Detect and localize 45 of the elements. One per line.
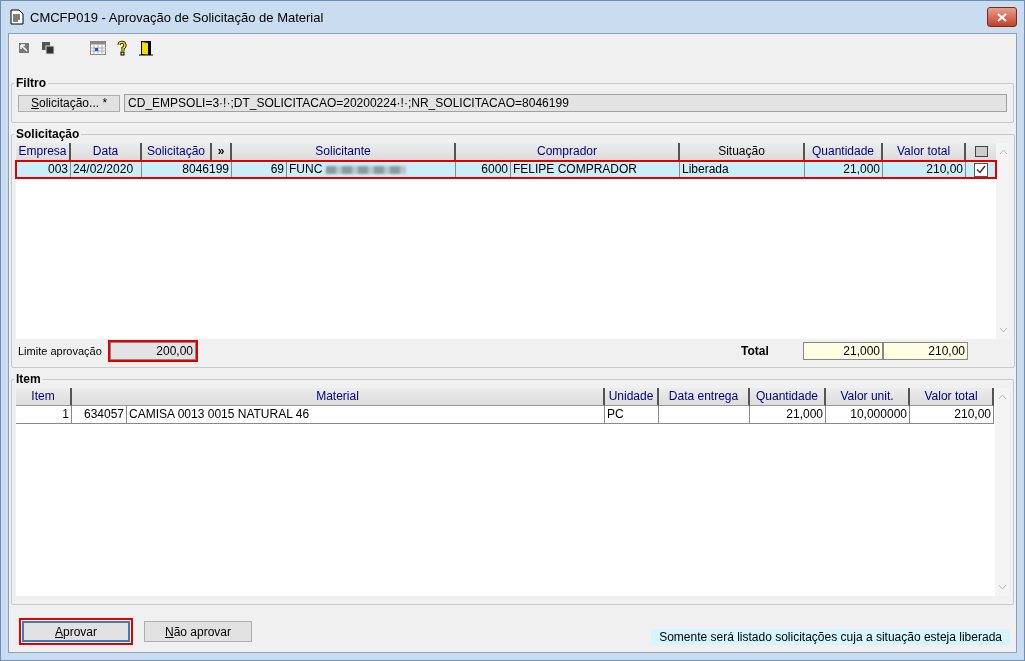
- column-header[interactable]: Solicitante: [232, 143, 456, 161]
- filter-field[interactable]: CD_EMPSOLI=3·!·;DT_SOLICITACAO=20200224·!·;NR_SOLICITACAO=8046199: [124, 94, 1007, 112]
- column-header[interactable]: Unidade: [605, 388, 659, 406]
- group-title: Solicitação: [15, 127, 81, 141]
- window-title: CMCFP019 - Aprovação de Solicitação de Material: [30, 9, 325, 25]
- column-header[interactable]: Data: [71, 143, 142, 161]
- total-label: Total: [741, 344, 770, 358]
- column-header[interactable]: Comprador: [456, 143, 680, 161]
- column-header[interactable]: Empresa: [16, 143, 71, 161]
- info-note: Somente será listado solicitações cuja a situação esteja liberada: [651, 629, 1010, 645]
- table-cell: 1: [16, 406, 72, 424]
- table-cell: CAMISA 0013 0015 NATURAL 46: [127, 406, 605, 424]
- column-header[interactable]: Valor total: [910, 388, 994, 406]
- group-title: Item: [15, 372, 42, 386]
- column-header[interactable]: Data entrega: [659, 388, 750, 406]
- close-button[interactable]: [987, 7, 1017, 27]
- close-icon: [997, 12, 1007, 22]
- total-field: 21,000: [803, 342, 883, 360]
- filter-button[interactable]: Solicitação... *: [18, 94, 121, 112]
- calendar-icon[interactable]: [89, 39, 107, 57]
- column-header[interactable]: Solicitação: [142, 143, 212, 161]
- action-button[interactable]: Aprovar: [22, 621, 130, 642]
- group-title: Filtro: [15, 76, 47, 90]
- table-cell: 10,000000: [826, 406, 910, 424]
- column-header[interactable]: Material: [72, 388, 605, 406]
- document-icon: [10, 9, 24, 25]
- table-cell: PC: [605, 406, 659, 424]
- column-header[interactable]: Item: [16, 388, 72, 406]
- windows-icon[interactable]: [39, 39, 57, 57]
- select-all-header[interactable]: [966, 143, 996, 161]
- expand-columns-button[interactable]: »: [212, 143, 232, 161]
- table-cell: 210,00: [910, 406, 994, 424]
- total-field: 210,00: [883, 342, 968, 360]
- column-header[interactable]: Situação: [680, 143, 805, 161]
- table-cell: 21,000: [750, 406, 826, 424]
- column-header[interactable]: Quantidade: [750, 388, 826, 406]
- code-cell: 634057: [72, 406, 127, 424]
- column-header[interactable]: Valor total: [883, 143, 966, 161]
- limit-field[interactable]: 200,00: [110, 342, 196, 360]
- exit-door-icon[interactable]: [137, 39, 155, 57]
- limit-label: Limite aprovação: [18, 345, 103, 357]
- action-button[interactable]: Não aprovar: [144, 621, 252, 642]
- column-header[interactable]: Quantidade: [805, 143, 883, 161]
- row-checkbox[interactable]: [974, 162, 988, 177]
- column-header[interactable]: Valor unit.: [826, 388, 910, 406]
